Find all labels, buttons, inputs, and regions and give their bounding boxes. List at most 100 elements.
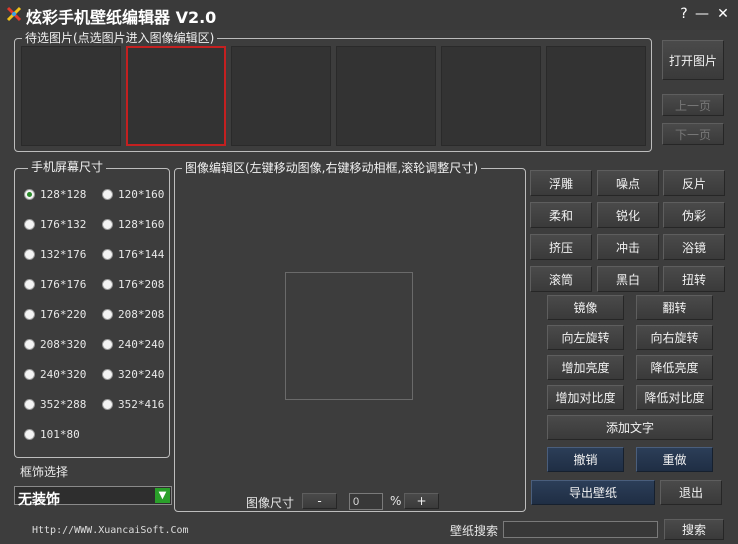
screen-size-label: 132*176	[40, 248, 87, 261]
dropdown-arrow-icon[interactable]: ▼	[155, 488, 170, 503]
thumbnail-slot[interactable]	[546, 46, 646, 146]
export-wallpaper-button[interactable]: 导出壁纸	[531, 480, 655, 505]
screen-size-option[interactable]: 240*320	[24, 368, 86, 381]
thumbnail-slot[interactable]	[441, 46, 541, 146]
screen-size-label: 240*320	[40, 368, 87, 381]
screen-size-legend: 手机屏幕尺寸	[28, 160, 107, 174]
effect-button[interactable]: 锐化	[597, 202, 659, 228]
radio-button[interactable]	[24, 189, 35, 200]
thumbnail-slot[interactable]	[21, 46, 121, 146]
radio-button[interactable]	[24, 309, 35, 320]
edit-canvas-frame[interactable]	[285, 272, 413, 400]
effect-button[interactable]: 反片	[663, 170, 725, 196]
screen-size-option[interactable]: 176*132	[24, 218, 86, 231]
screen-size-option[interactable]: 128*128	[24, 188, 86, 201]
wallpaper-search-input[interactable]	[503, 521, 658, 538]
search-button[interactable]: 搜索	[664, 519, 724, 540]
screen-size-option[interactable]: 176*208	[102, 278, 164, 291]
window-title: 炫彩手机壁纸编辑器 V2.0	[26, 8, 217, 27]
screen-size-option[interactable]: 352*416	[102, 398, 164, 411]
help-button[interactable]: ?	[676, 6, 692, 22]
effect-button[interactable]: 柔和	[530, 202, 592, 228]
transform-button[interactable]: 增加亮度	[547, 355, 624, 380]
screen-size-option[interactable]: 176*144	[102, 248, 164, 261]
enlarge-button[interactable]: +	[404, 493, 439, 509]
percent-label: %	[390, 494, 402, 508]
effect-button[interactable]: 浴镜	[663, 234, 725, 260]
screen-size-option[interactable]: 128*160	[102, 218, 164, 231]
close-button[interactable]: ✕	[715, 6, 731, 22]
screen-size-option[interactable]: 208*320	[24, 338, 86, 351]
screen-size-option[interactable]: 320*240	[102, 368, 164, 381]
radio-button[interactable]	[24, 249, 35, 260]
exit-button[interactable]: 退出	[660, 480, 722, 505]
next-page-button[interactable]: 下一页	[662, 123, 724, 145]
radio-button[interactable]	[24, 279, 35, 290]
transform-button[interactable]: 降低对比度	[636, 385, 713, 410]
radio-button[interactable]	[24, 399, 35, 410]
screen-size-option[interactable]: 120*160	[102, 188, 164, 201]
screen-size-label: 176*208	[118, 278, 165, 291]
image-size-label: 图像尺寸	[246, 496, 295, 510]
transform-button[interactable]: 翻转	[636, 295, 713, 320]
radio-button[interactable]	[102, 339, 113, 350]
effect-button[interactable]: 挤压	[530, 234, 592, 260]
transform-button[interactable]: 降低亮度	[636, 355, 713, 380]
screen-size-label: 101*80	[40, 428, 80, 441]
add-text-button[interactable]: 添加文字	[547, 415, 713, 440]
radio-button[interactable]	[102, 309, 113, 320]
radio-button[interactable]	[102, 219, 113, 230]
screen-size-label: 352*416	[118, 398, 165, 411]
app-logo-icon	[6, 6, 22, 22]
undo-button[interactable]: 撤销	[547, 447, 624, 472]
screen-size-label: 208*320	[40, 338, 87, 351]
pending-images-legend: 待选图片(点选图片进入图像编辑区)	[22, 31, 218, 45]
screen-size-label: 208*208	[118, 308, 165, 321]
radio-button[interactable]	[24, 429, 35, 440]
open-image-button[interactable]: 打开图片	[662, 40, 724, 80]
screen-size-label: 120*160	[118, 188, 165, 201]
thumbnail-slot[interactable]	[336, 46, 436, 146]
radio-button[interactable]	[102, 249, 113, 260]
website-link[interactable]: Http://WWW.XuancaiSoft.Com	[32, 525, 189, 536]
transform-button[interactable]: 向左旋转	[547, 325, 624, 350]
screen-size-label: 128*128	[40, 188, 87, 201]
effect-button[interactable]: 冲击	[597, 234, 659, 260]
screen-size-label: 176*220	[40, 308, 87, 321]
screen-size-label: 176*144	[118, 248, 165, 261]
frame-select[interactable]: 无装饰 ▼	[14, 486, 172, 508]
thumbnail-slot[interactable]	[126, 46, 226, 146]
screen-size-option[interactable]: 240*240	[102, 338, 164, 351]
screen-size-label: 128*160	[118, 218, 165, 231]
effect-button[interactable]: 浮雕	[530, 170, 592, 196]
image-size-input[interactable]	[349, 493, 383, 510]
radio-button[interactable]	[24, 369, 35, 380]
effect-button[interactable]: 噪点	[597, 170, 659, 196]
screen-size-label: 176*132	[40, 218, 87, 231]
screen-size-label: 240*240	[118, 338, 165, 351]
thumbnail-slot[interactable]	[231, 46, 331, 146]
effect-button[interactable]: 黑白	[597, 266, 659, 292]
screen-size-option[interactable]: 132*176	[24, 248, 86, 261]
radio-button[interactable]	[102, 399, 113, 410]
radio-button[interactable]	[102, 369, 113, 380]
screen-size-option[interactable]: 101*80	[24, 428, 80, 441]
minimize-button[interactable]: —	[694, 6, 710, 22]
redo-button[interactable]: 重做	[636, 447, 713, 472]
transform-button[interactable]: 增加对比度	[547, 385, 624, 410]
transform-button[interactable]: 向右旋转	[636, 325, 713, 350]
transform-button[interactable]: 镜像	[547, 295, 624, 320]
prev-page-button[interactable]: 上一页	[662, 94, 724, 116]
effect-button[interactable]: 滚筒	[530, 266, 592, 292]
screen-size-option[interactable]: 176*220	[24, 308, 86, 321]
radio-button[interactable]	[102, 279, 113, 290]
radio-button[interactable]	[24, 219, 35, 230]
screen-size-option[interactable]: 352*288	[24, 398, 86, 411]
effect-button[interactable]: 伪彩	[663, 202, 725, 228]
shrink-button[interactable]: -	[302, 493, 337, 509]
radio-button[interactable]	[24, 339, 35, 350]
screen-size-option[interactable]: 176*176	[24, 278, 86, 291]
effect-button[interactable]: 扭转	[663, 266, 725, 292]
screen-size-option[interactable]: 208*208	[102, 308, 164, 321]
radio-button[interactable]	[102, 189, 113, 200]
